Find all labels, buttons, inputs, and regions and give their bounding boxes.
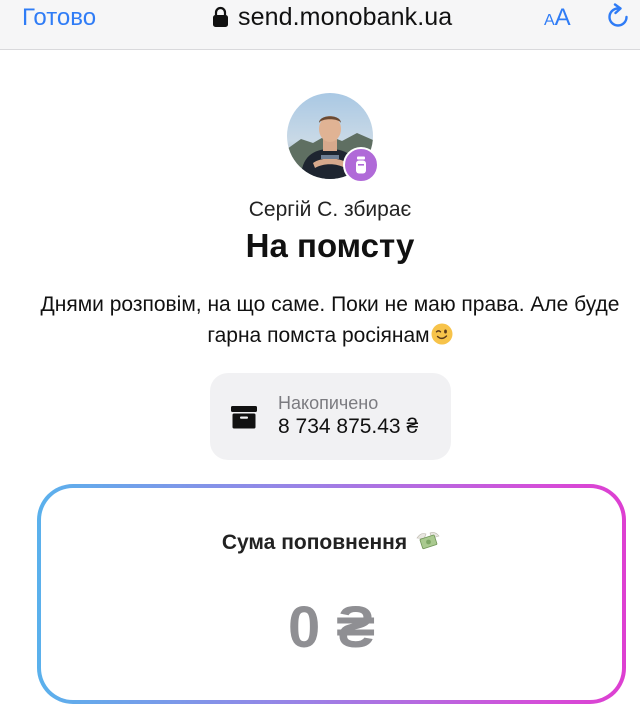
done-button[interactable]: Готово	[22, 4, 96, 32]
saved-amount: 8 734 875.43 ₴	[278, 415, 419, 438]
money-with-wings-emoji	[416, 532, 440, 550]
jar-title: На помсту	[245, 227, 415, 264]
lock-icon	[213, 6, 228, 27]
topup-card-inner: Сума поповнення 0 ₴	[41, 488, 622, 700]
topup-card: Сума поповнення 0 ₴	[37, 484, 626, 704]
archive-box-icon	[231, 406, 257, 429]
text-size-button[interactable]: AA	[544, 4, 571, 35]
topup-label: Сума поповнення	[41, 530, 622, 555]
winking-face-emoji	[431, 323, 453, 345]
amount-input[interactable]: 0 ₴	[41, 594, 622, 661]
text-size-small-label: A	[544, 12, 555, 29]
url-text: send.monobank.ua	[238, 3, 453, 31]
jar-description-text: Днями розповім, на що саме. Поки не маю …	[40, 293, 620, 347]
jar-description: Днями розповім, на що саме. Поки не маю …	[30, 289, 630, 351]
reload-icon[interactable]	[605, 3, 631, 31]
address-bar[interactable]: send.monobank.ua	[212, 2, 452, 32]
saved-label: Накопичено	[278, 393, 379, 413]
browser-toolbar: Готово send.monobank.ua AA	[0, 0, 640, 50]
saved-amount-card: Накопичено 8 734 875.43 ₴	[210, 373, 451, 460]
text-size-big-label: A	[554, 4, 571, 31]
jar-icon	[343, 147, 379, 183]
topup-label-text: Сума поповнення	[221, 531, 408, 554]
collector-name: Сергій С. збирає	[248, 198, 412, 221]
